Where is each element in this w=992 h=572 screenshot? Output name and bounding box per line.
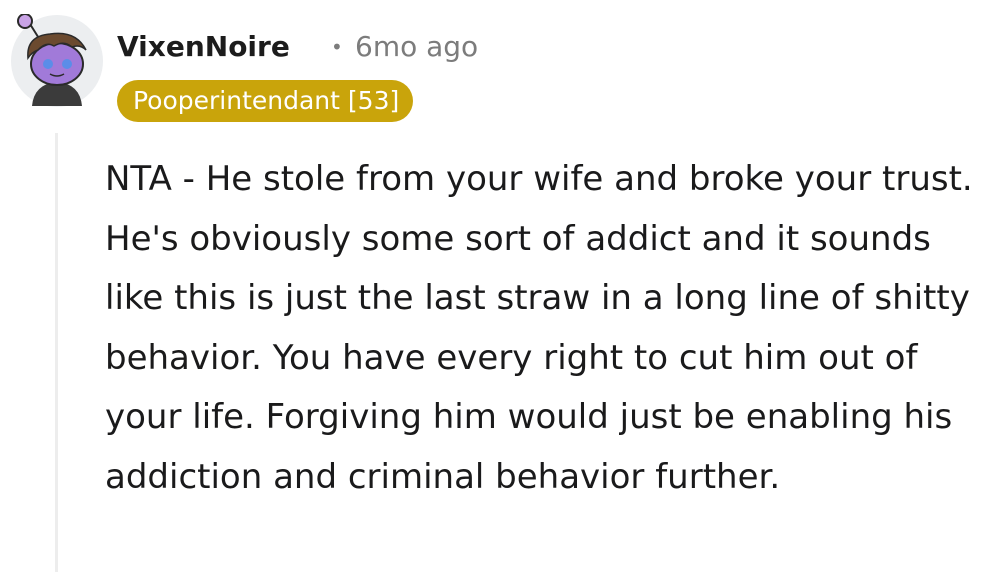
snoo-avatar-icon: [11, 13, 103, 107]
username-link[interactable]: VixenNoire: [117, 27, 290, 67]
user-flair-badge: Pooperintendant [53]: [117, 80, 414, 122]
comment-timestamp[interactable]: 6mo ago: [355, 27, 478, 67]
thread-line[interactable]: [55, 133, 58, 572]
comment-body: NTA - He stole from your wife and broke …: [105, 159, 973, 497]
meta-separator: •: [331, 35, 343, 59]
user-avatar[interactable]: [10, 13, 104, 108]
